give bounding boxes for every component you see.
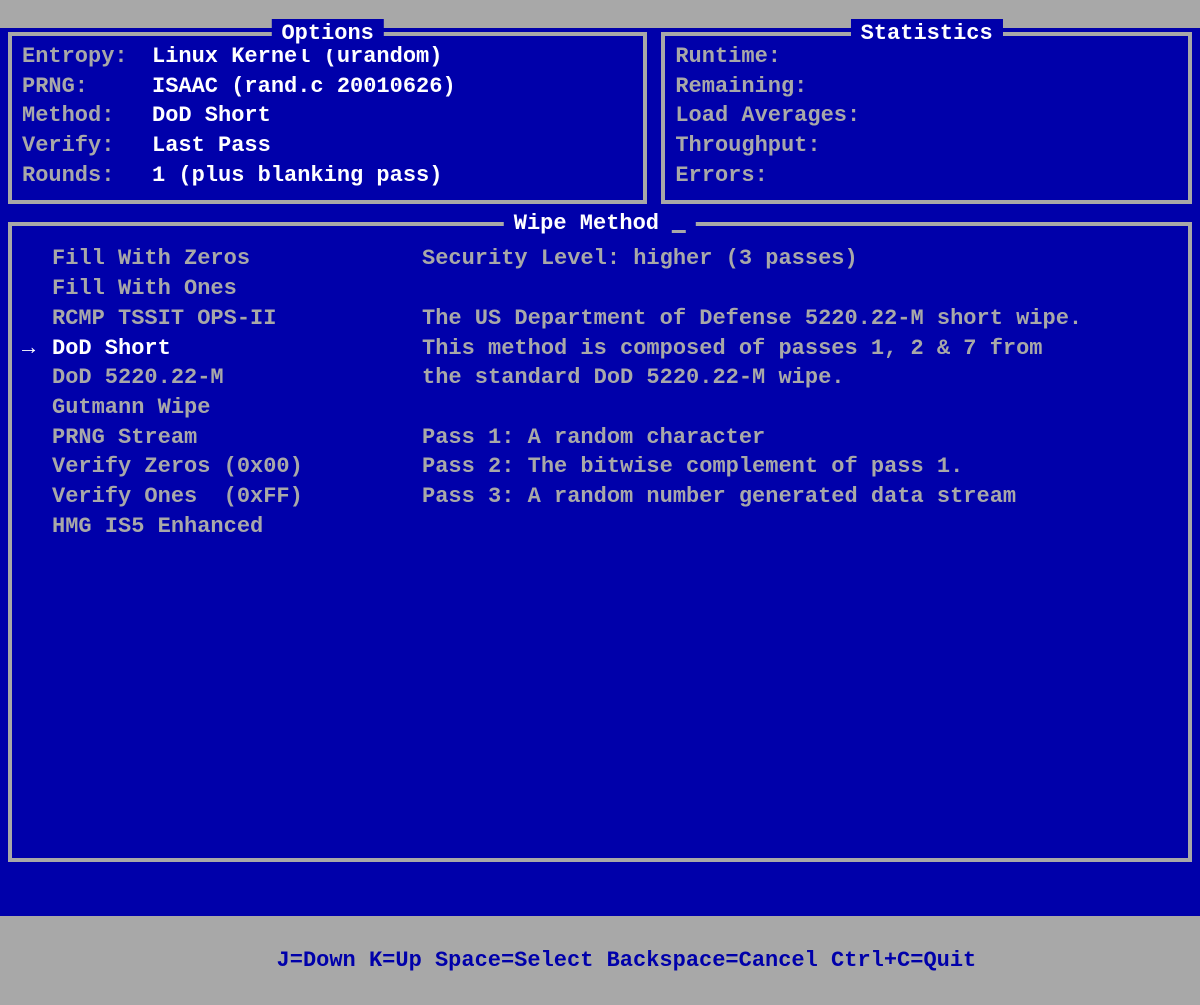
- footer-help-text: J=Down K=Up Space=Select Backspace=Cance…: [277, 948, 977, 973]
- detail-pass-1: Pass 1: A random character: [422, 423, 1178, 453]
- menu-item-gutmann[interactable]: Gutmann Wipe: [22, 393, 422, 423]
- footer-help-bar: J=Down K=Up Space=Select Backspace=Cance…: [0, 916, 1200, 944]
- option-label: Rounds:: [22, 161, 152, 191]
- menu-label: DoD Short: [52, 334, 422, 364]
- arrow-icon: [22, 452, 52, 482]
- arrow-icon: [22, 423, 52, 453]
- statistics-panel-title: Statistics: [851, 19, 1003, 49]
- wipe-inner: Fill With Zeros Fill With Ones RCMP TSSI…: [22, 244, 1178, 541]
- option-label: PRNG:: [22, 72, 152, 102]
- options-panel-title: Options: [271, 19, 383, 49]
- arrow-icon: [22, 304, 52, 334]
- app-screen: ShredOS v2021.08.2_23_i586_0.34_(32-bit)…: [0, 0, 1200, 944]
- option-label: Verify:: [22, 131, 152, 161]
- option-method: Method: DoD Short: [22, 101, 633, 131]
- wipe-method-menu[interactable]: Fill With Zeros Fill With Ones RCMP TSSI…: [22, 244, 422, 541]
- detail-security-level: Security Level: higher (3 passes): [422, 244, 1178, 274]
- detail-blank: [422, 393, 1178, 423]
- menu-label: Fill With Ones: [52, 274, 422, 304]
- menu-label: DoD 5220.22-M: [52, 363, 422, 393]
- option-value: ISAAC (rand.c 20010626): [152, 72, 456, 102]
- menu-item-dod-522022m[interactable]: DoD 5220.22-M: [22, 363, 422, 393]
- stat-load-averages: Load Averages:: [675, 101, 1178, 131]
- options-panel: Options Entropy: Linux Kernel (urandom) …: [8, 32, 647, 204]
- arrow-icon: [22, 393, 52, 423]
- arrow-icon: →: [22, 334, 52, 364]
- detail-desc: the standard DoD 5220.22-M wipe.: [422, 363, 1178, 393]
- arrow-icon: [22, 363, 52, 393]
- menu-item-verify-ones[interactable]: Verify Ones (0xFF): [22, 482, 422, 512]
- menu-item-prng-stream[interactable]: PRNG Stream: [22, 423, 422, 453]
- menu-label: HMG IS5 Enhanced: [52, 512, 422, 542]
- wipe-method-title-text: Wipe Method: [514, 211, 659, 236]
- content-area: Options Entropy: Linux Kernel (urandom) …: [0, 28, 1200, 916]
- menu-label: Fill With Zeros: [52, 244, 422, 274]
- menu-item-hmg-is5[interactable]: HMG IS5 Enhanced: [22, 512, 422, 542]
- detail-blank: [422, 274, 1178, 304]
- menu-label: RCMP TSSIT OPS-II: [52, 304, 422, 334]
- stat-remaining: Remaining:: [675, 72, 1178, 102]
- statistics-panel: Statistics Runtime: Remaining: Load Aver…: [661, 32, 1192, 204]
- stat-errors: Errors:: [675, 161, 1178, 191]
- option-value: DoD Short: [152, 101, 271, 131]
- wipe-method-panel: Wipe Method Fill With Zeros Fill With On…: [8, 222, 1192, 862]
- arrow-icon: [22, 512, 52, 542]
- detail-desc: The US Department of Defense 5220.22-M s…: [422, 304, 1178, 334]
- menu-label: Verify Zeros (0x00): [52, 452, 422, 482]
- cursor-icon: [672, 230, 686, 233]
- detail-pass-3: Pass 3: A random number generated data s…: [422, 482, 1178, 512]
- arrow-icon: [22, 244, 52, 274]
- option-rounds: Rounds: 1 (plus blanking pass): [22, 161, 633, 191]
- menu-item-rcmp[interactable]: RCMP TSSIT OPS-II: [22, 304, 422, 334]
- arrow-icon: [22, 274, 52, 304]
- menu-label: Gutmann Wipe: [52, 393, 422, 423]
- wipe-method-detail: Security Level: higher (3 passes) The US…: [422, 244, 1178, 541]
- option-label: Entropy:: [22, 42, 152, 72]
- option-prng: PRNG: ISAAC (rand.c 20010626): [22, 72, 633, 102]
- menu-item-fill-zeros[interactable]: Fill With Zeros: [22, 244, 422, 274]
- title-bar: ShredOS v2021.08.2_23_i586_0.34_(32-bit): [0, 0, 1200, 28]
- option-label: Method:: [22, 101, 152, 131]
- top-row: Options Entropy: Linux Kernel (urandom) …: [8, 32, 1192, 204]
- option-value: 1 (plus blanking pass): [152, 161, 442, 191]
- option-verify: Verify: Last Pass: [22, 131, 633, 161]
- stat-throughput: Throughput:: [675, 131, 1178, 161]
- menu-label: Verify Ones (0xFF): [52, 482, 422, 512]
- menu-item-verify-zeros[interactable]: Verify Zeros (0x00): [22, 452, 422, 482]
- detail-pass-2: Pass 2: The bitwise complement of pass 1…: [422, 452, 1178, 482]
- menu-label: PRNG Stream: [52, 423, 422, 453]
- arrow-icon: [22, 482, 52, 512]
- wipe-method-panel-title: Wipe Method: [504, 209, 696, 239]
- menu-item-fill-ones[interactable]: Fill With Ones: [22, 274, 422, 304]
- option-value: Last Pass: [152, 131, 271, 161]
- detail-desc: This method is composed of passes 1, 2 &…: [422, 334, 1178, 364]
- menu-item-dod-short[interactable]: → DoD Short: [22, 334, 422, 364]
